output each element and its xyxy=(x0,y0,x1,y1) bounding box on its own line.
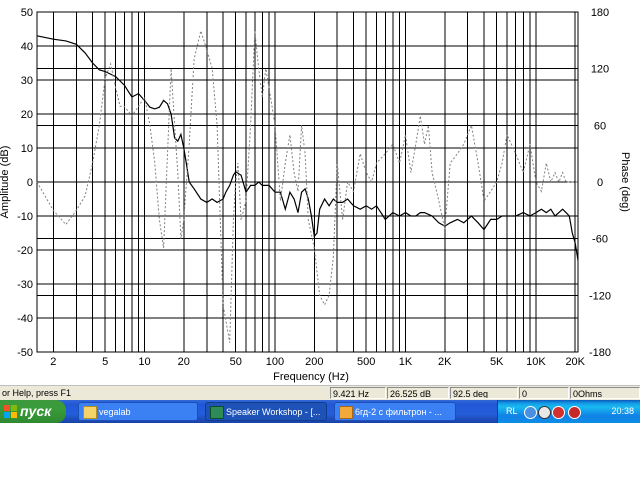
y-tick-label: 40 xyxy=(21,41,33,53)
speaker-workshop-icon xyxy=(210,406,224,419)
y-tick-label: 10 xyxy=(21,143,33,155)
taskbar-item-vegalab[interactable]: vegalab xyxy=(78,402,198,421)
task-label: Speaker Workshop - [... xyxy=(226,407,321,417)
x-tick-label: 500 xyxy=(357,356,375,368)
x-tick-label: 10K xyxy=(526,356,546,368)
x-tick-label: 10 xyxy=(138,356,150,368)
y2-axis-title: Phase (deg) xyxy=(619,152,631,212)
antivirus-icon[interactable] xyxy=(552,406,565,419)
x-tick-label: 200 xyxy=(305,356,323,368)
x-tick-label: 5 xyxy=(102,356,108,368)
folder-icon xyxy=(83,406,97,419)
y-tick-label: -30 xyxy=(17,279,33,291)
system-tray: RL 20:38 xyxy=(497,400,640,423)
y-tick-label: -10 xyxy=(17,211,33,223)
x-tick-label: 5K xyxy=(490,356,504,368)
start-button[interactable]: пуск xyxy=(0,400,66,423)
network-icon[interactable] xyxy=(524,406,537,419)
task-label: vegalab xyxy=(99,407,131,417)
x-tick-label: 2K xyxy=(438,356,452,368)
status-count: 0 xyxy=(519,387,569,399)
task-label: 6гд-2 с фильтрон - ... xyxy=(355,407,442,417)
y-tick-label: 20 xyxy=(21,109,33,121)
volume-icon[interactable] xyxy=(538,406,551,419)
x-tick-label: 1K xyxy=(399,356,413,368)
x-tick-label: 100 xyxy=(266,356,284,368)
status-bar: or Help, press F1 9.421 Hz 26.525 dB 92.… xyxy=(0,385,640,401)
y-tick-label: 50 xyxy=(21,7,33,19)
x-tick-label: 20 xyxy=(178,356,190,368)
y-tick-label: -40 xyxy=(17,313,33,325)
security-icon[interactable] xyxy=(568,406,581,419)
x-tick-label: 2 xyxy=(50,356,56,368)
clock: 20:38 xyxy=(611,406,634,416)
language-indicator[interactable]: RL xyxy=(506,400,518,423)
document-icon xyxy=(339,406,353,419)
taskbar: пуск vegalab Speaker Workshop - [... 6гд… xyxy=(0,400,640,423)
y2-tick-label: -180 xyxy=(589,347,611,359)
windows-logo-icon xyxy=(4,405,17,418)
y-axis-title: Amplitude (dB) xyxy=(0,146,11,219)
y-tick-label: -20 xyxy=(17,245,33,257)
y2-tick-label: 60 xyxy=(594,120,606,132)
status-impedance: 0Ohms xyxy=(570,387,640,399)
y-tick-label: -50 xyxy=(17,347,33,359)
taskbar-item-document[interactable]: 6гд-2 с фильтрон - ... xyxy=(334,402,456,421)
plot-area[interactable]: 2 5 10 20 50 100 200 500 1K 2K 5K 10K 20K 50 40 30 20 10 0… xyxy=(0,0,640,385)
taskbar-item-speaker-workshop[interactable]: Speaker Workshop - [... xyxy=(205,402,327,421)
y2-tick-label: -120 xyxy=(589,290,611,302)
x-tick-label: 20K xyxy=(565,356,585,368)
status-amplitude: 26.525 dB xyxy=(387,387,449,399)
empty-area xyxy=(0,423,640,480)
start-label: пуск xyxy=(20,403,52,419)
status-frequency: 9.421 Hz xyxy=(330,387,386,399)
x-axis-title: Frequency (Hz) xyxy=(273,371,349,383)
y-tick-label: 30 xyxy=(21,75,33,87)
y-tick-label: 0 xyxy=(27,177,33,189)
y2-tick-label: 180 xyxy=(591,7,609,19)
x-tick-label: 50 xyxy=(230,356,242,368)
y2-tick-label: -60 xyxy=(592,234,608,246)
y2-tick-label: 120 xyxy=(591,64,609,76)
frequency-response-chart[interactable]: 2 5 10 20 50 100 200 500 1K 2K 5K 10K 20K50403020100… xyxy=(0,0,640,385)
y2-tick-label: 0 xyxy=(597,177,603,189)
status-help-text: or Help, press F1 xyxy=(2,388,72,398)
status-phase: 92.5 deg xyxy=(450,387,518,399)
